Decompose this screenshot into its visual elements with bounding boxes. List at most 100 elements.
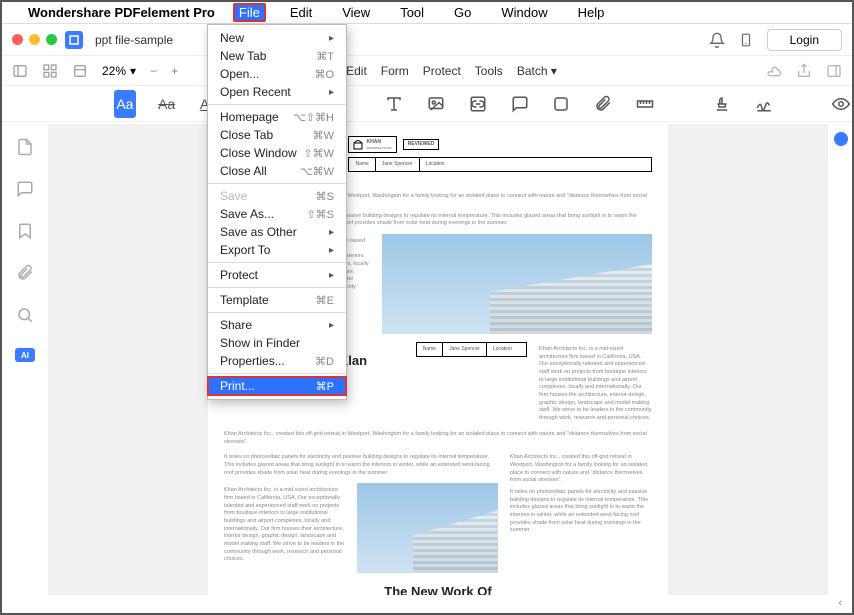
attachment-tool-icon[interactable]: [592, 90, 614, 118]
login-button[interactable]: Login: [767, 29, 842, 51]
menu-item-save-as[interactable]: Save As...⇧⌘S: [208, 205, 346, 223]
menu-file[interactable]: File: [233, 3, 266, 22]
panel-toggle-icon[interactable]: [826, 63, 842, 79]
app-icon: [65, 31, 83, 49]
menu-shortcut: ⌘O: [314, 68, 334, 81]
menu-item-label: Protect: [220, 268, 258, 282]
menu-item-template[interactable]: Template ⌘E: [208, 291, 346, 309]
menu-item-save: Save⌘S: [208, 187, 346, 205]
menu-item-label: Print...: [220, 379, 255, 393]
minimize-window-button[interactable]: [29, 34, 40, 45]
brand-sub: ARCHITECTS INC: [366, 146, 391, 150]
tab-batch[interactable]: Batch ▾: [517, 64, 557, 78]
traffic-lights: [12, 34, 57, 45]
sidebar-toggle-icon[interactable]: [12, 63, 28, 79]
section-heading: The New Work Of: [224, 583, 652, 595]
menu-item-new[interactable]: New: [208, 29, 346, 47]
text-strike-tool[interactable]: Aa: [156, 90, 178, 118]
scroll-left-icon[interactable]: ‹: [838, 597, 842, 611]
menu-window[interactable]: Window: [495, 3, 553, 22]
menu-item-share[interactable]: Share: [208, 316, 346, 334]
menu-item-homepage[interactable]: Homepage⌥⇧⌘H: [208, 108, 346, 126]
signature-tool-icon[interactable]: [753, 90, 775, 118]
left-rail: AI: [2, 124, 48, 613]
paragraph: Khan Architects Inc., created this off-g…: [510, 454, 652, 485]
paragraph: Khan Architects Inc., created this off-g…: [224, 431, 652, 446]
tab-tools[interactable]: Tools: [475, 64, 503, 78]
bookmark-panel-icon[interactable]: [16, 222, 34, 240]
paragraph: It relies on photovoltaic panels for ele…: [224, 454, 498, 477]
cloud-icon[interactable]: [766, 63, 782, 79]
share-icon[interactable]: [796, 63, 812, 79]
menu-item-label: Close All: [220, 164, 267, 178]
menu-item-new-tab[interactable]: New Tab⌘T: [208, 47, 346, 65]
maximize-window-button[interactable]: [46, 34, 57, 45]
thumbnails-icon[interactable]: [42, 63, 58, 79]
menu-shortcut: ⇧⌘W: [303, 147, 334, 160]
ai-badge[interactable]: AI: [15, 348, 35, 362]
search-panel-icon[interactable]: [16, 306, 34, 324]
link-tool-icon[interactable]: [467, 90, 489, 118]
menu-item-open[interactable]: Open...⌘O: [208, 65, 346, 83]
building-image: [382, 234, 652, 334]
menu-edit[interactable]: Edit: [284, 3, 318, 22]
eye-tool-icon[interactable]: [830, 90, 852, 118]
comment-panel-icon[interactable]: [16, 180, 34, 198]
edit-toolbar: Aa Aa Aa: [2, 86, 852, 122]
comment-tool-icon[interactable]: [509, 90, 531, 118]
menu-shortcut: ⌘W: [313, 129, 334, 142]
menu-item-label: Show in Finder: [220, 336, 300, 350]
building-image: [357, 483, 498, 573]
menu-item-open-recent[interactable]: Open Recent: [208, 83, 346, 101]
document-tab-title[interactable]: ppt file-sample: [95, 33, 173, 47]
menu-item-close-all[interactable]: Close All ⌥⌘W: [208, 162, 346, 180]
zoom-value: 22%: [102, 64, 126, 78]
mac-menubar: Wondershare PDFelement Pro File Edit Vie…: [2, 2, 852, 24]
reading-view-icon[interactable]: [72, 63, 88, 79]
stamp-tool-icon[interactable]: [711, 90, 733, 118]
menu-item-close-window[interactable]: Close Window⇧⌘W: [208, 144, 346, 162]
menu-item-export-to[interactable]: Export To: [208, 241, 346, 259]
menu-go[interactable]: Go: [448, 3, 477, 22]
notification-icon[interactable]: [709, 32, 725, 48]
zoom-in-icon[interactable]: +: [171, 64, 178, 78]
close-window-button[interactable]: [12, 34, 23, 45]
menu-shortcut: ⌘E: [316, 294, 334, 307]
tab-edit[interactable]: Edit: [346, 64, 367, 78]
menu-shortcut: ⌥⌘W: [300, 165, 334, 178]
menu-item-print[interactable]: Print... ⌘P: [208, 377, 346, 395]
menu-shortcut: ⌥⇧⌘H: [293, 111, 334, 124]
shape-tool-icon[interactable]: [551, 90, 573, 118]
tab-protect[interactable]: Protect: [423, 64, 461, 78]
mobile-icon[interactable]: [739, 32, 753, 48]
text-tool-icon[interactable]: [384, 90, 406, 118]
zoom-out-icon[interactable]: −: [150, 64, 157, 78]
menu-item-save-as-other[interactable]: Save as Other: [208, 223, 346, 241]
menu-help[interactable]: Help: [572, 3, 611, 22]
text-fill-tool[interactable]: Aa: [114, 90, 136, 118]
zoom-control[interactable]: 22% ▾: [102, 64, 136, 78]
menu-item-properties[interactable]: Properties...⌘D: [208, 352, 346, 370]
menu-item-label: Template: [220, 293, 269, 307]
horizontal-scroll-area[interactable]: ‹: [48, 597, 852, 611]
menu-item-protect[interactable]: Protect: [208, 266, 346, 284]
info-table: Name Jane Spencer Location: [416, 342, 527, 357]
menu-item-show-in-finder[interactable]: Show in Finder: [208, 334, 346, 352]
file-menu-dropdown: NewNew Tab⌘TOpen...⌘O Open Recent Homepage…: [207, 24, 347, 400]
attachment-panel-icon[interactable]: [16, 264, 34, 282]
menu-item-label: Export To: [220, 243, 270, 257]
accent-indicator: [834, 132, 848, 146]
menu-item-label: Open Recent: [220, 85, 291, 99]
tab-form[interactable]: Form: [381, 64, 409, 78]
document-canvas[interactable]: About Khan Architects Inc. KHAN ARCHITEC…: [48, 124, 828, 595]
menu-shortcut: ⌘T: [316, 50, 334, 63]
measure-tool-icon[interactable]: [634, 90, 656, 118]
image-tool-icon[interactable]: [425, 90, 447, 118]
page-icon[interactable]: [16, 138, 34, 156]
menu-item-close-tab[interactable]: Close Tab⌘W: [208, 126, 346, 144]
info-table: Name Jane Spencer Location: [348, 157, 652, 172]
menu-shortcut: ⌘P: [316, 380, 334, 393]
menu-view[interactable]: View: [336, 3, 376, 22]
main-toolbar: 22% ▾ − + Edit Form Protect Tools Batch …: [2, 56, 852, 86]
menu-tool[interactable]: Tool: [394, 3, 430, 22]
